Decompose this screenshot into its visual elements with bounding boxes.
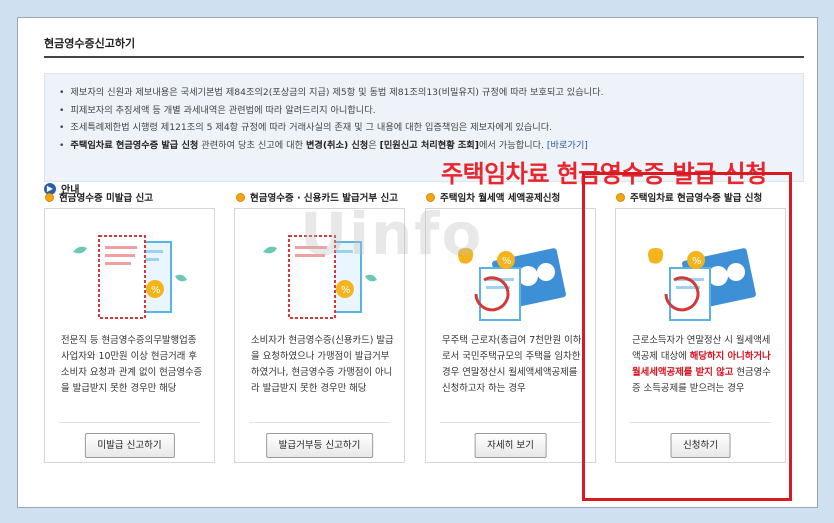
svg-text:%: % (151, 285, 161, 296)
notice-text: 은 (368, 139, 380, 151)
report-refusal-button[interactable]: 발급거부등 신고하기 (265, 433, 374, 458)
bulb-icon (45, 192, 54, 202)
card-title-text: 현금영수증 미발급 신고 (59, 193, 154, 204)
svg-text:%: % (502, 256, 512, 267)
notice-item: 제보자의 신원과 제보내용은 국세기본법 제84조의2(포상금의 지급) 제5항… (59, 84, 803, 102)
card-divider (59, 422, 200, 423)
notice-item: 조세특례제한법 시행령 제121조의 5 제4항 규정에 따라 거래사실의 존재… (59, 119, 803, 137)
title-divider (44, 56, 804, 58)
notice-emphasis: 변경(취소) 신청 (305, 139, 369, 151)
card-divider (440, 422, 581, 423)
view-details-button[interactable]: 자세히 보기 (474, 433, 547, 458)
bulb-icon (236, 192, 245, 202)
highlight-box (582, 172, 792, 501)
card-description: 전문직 등 현금영수증의무발행업종 사업자와 10만원 이상 현금거래 후 소비… (61, 335, 203, 394)
card-unissued-report: % 전문직 등 현금영수증의무발행업종 사업자와 10만원 이상 현금거래 후 … (44, 208, 215, 463)
report-unissued-button[interactable]: 미발급 신고하기 (84, 433, 175, 458)
svg-text:%: % (341, 285, 351, 296)
notice-item: 피제보자의 추징세액 등 개별 과세내역은 관련법에 따라 알려드리지 아니합니… (59, 102, 803, 120)
notice-emphasis: 주택임차료 현금영수증 발급 신청 (70, 139, 199, 151)
shortcut-link[interactable]: [바로가기] (547, 140, 588, 151)
card-title-unissued: 현금영수증 미발급 신고 (45, 190, 153, 204)
watermark: Uinfo (300, 200, 484, 268)
notice-text: 에서 가능합니다. (478, 139, 547, 151)
page-title: 현금영수증신고하기 (44, 37, 136, 50)
notice-item-last: 주택임차료 현금영수증 발급 신청 관련하여 당초 신고에 대한 변경(취소) … (59, 137, 803, 155)
notice-text: 관련하여 당초 신고에 대한 (198, 139, 306, 151)
receipt-illustration: % (73, 235, 187, 319)
notice-emphasis: [민원신고 처리현황 조회] (379, 139, 479, 151)
card-description: 소비자가 현금영수증(신용카드) 발급을 요청하였으나 가맹점이 발급거부 하였… (251, 335, 394, 394)
card-description: 무주택 근로자(총급여 7천만원 이하)로서 국민주택규모의 주택을 임차한 경… (442, 335, 585, 394)
card-divider (249, 422, 390, 423)
